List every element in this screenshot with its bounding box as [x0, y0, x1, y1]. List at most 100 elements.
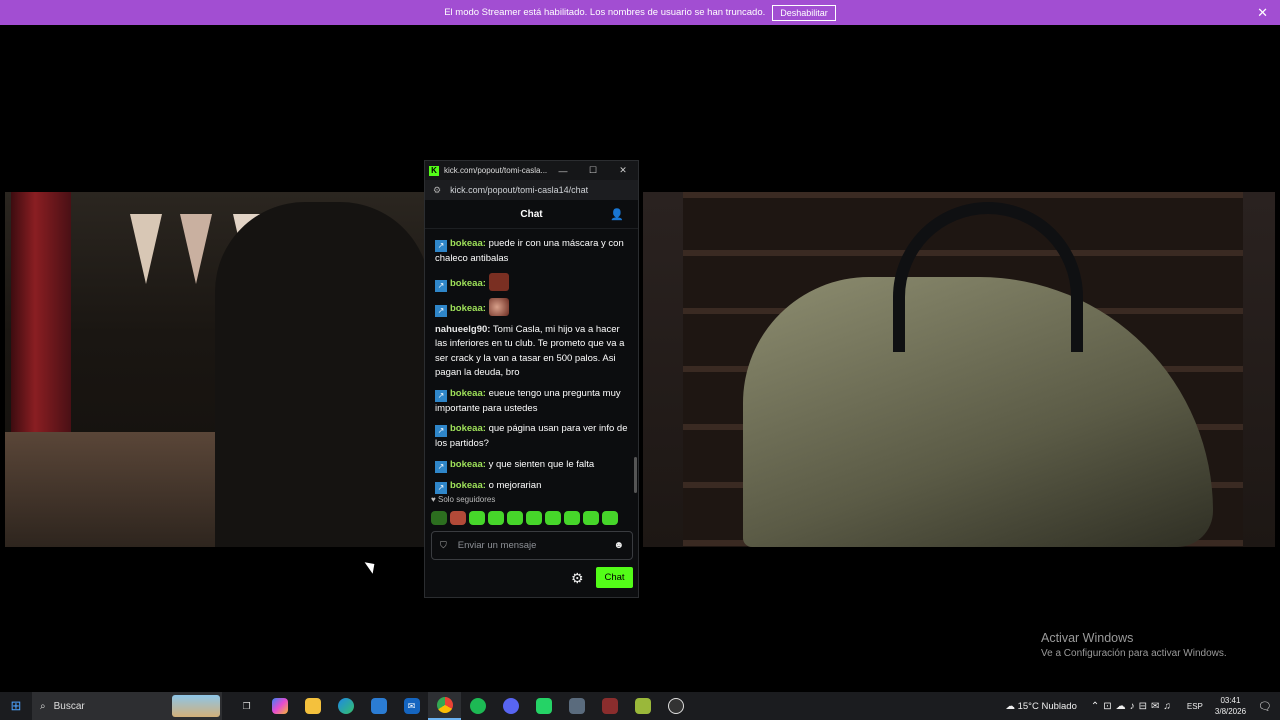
- message-input[interactable]: ⛉ Enviar un mensaje ☻: [431, 531, 633, 560]
- minimize-icon[interactable]: —: [548, 166, 578, 176]
- language-indicator[interactable]: ESP: [1187, 702, 1203, 711]
- address-bar[interactable]: ⚙ kick.com/popout/tomi-casla14/chat: [425, 180, 638, 200]
- badge-icon: ↗: [435, 460, 447, 473]
- banner-message: El modo Streamer está habilitado. Los no…: [444, 7, 766, 18]
- badge-icon: ↗: [435, 240, 447, 252]
- game-icon[interactable]: [593, 692, 626, 720]
- emote-icon[interactable]: [602, 511, 618, 525]
- mouse-cursor-icon: [364, 558, 379, 574]
- chat-username[interactable]: bokeaa: [450, 388, 483, 399]
- mail-icon[interactable]: ✉: [395, 692, 428, 720]
- pennant: [180, 214, 212, 284]
- window-title: kick.com/popout/tomi-casla...: [444, 166, 548, 175]
- chat-username[interactable]: bokeaa: [450, 423, 483, 434]
- chat-title: Chat: [520, 208, 543, 220]
- chat-text: y que sienten que le falta: [488, 458, 595, 470]
- tray-icons[interactable]: ⌃⊡☁♪⊟✉♫: [1091, 701, 1175, 712]
- emote-icon[interactable]: [431, 511, 447, 525]
- maximize-icon[interactable]: ☐: [578, 165, 608, 176]
- chat-message: ↗ bokeaa: o mejorarian: [435, 479, 630, 494]
- discord-icon[interactable]: [494, 692, 527, 720]
- shield-icon: ⛉: [440, 540, 447, 550]
- cloud-icon: ☁: [1005, 700, 1015, 712]
- clock-time: 03:41: [1220, 696, 1241, 705]
- activate-windows-watermark: Activar Windows Ve a Configuración para …: [1041, 631, 1227, 659]
- emote-icon[interactable]: [545, 511, 561, 525]
- search-highlight-image: [172, 695, 220, 717]
- chat-message: ↗ bokeaa:: [435, 272, 630, 292]
- chat-popout-window: K kick.com/popout/tomi-casla... — ☐ ✕ ⚙ …: [424, 160, 639, 598]
- streamer-mode-banner: El modo Streamer está habilitado. Los no…: [0, 0, 1280, 25]
- message-placeholder: Enviar un mensaje: [457, 540, 537, 551]
- quick-emote-bar: [431, 511, 618, 525]
- spotify-icon[interactable]: [461, 692, 494, 720]
- chat-username[interactable]: bokeaa: [450, 459, 483, 470]
- app-icon[interactable]: [560, 692, 593, 720]
- emote-icon[interactable]: [450, 511, 466, 525]
- badge-icon: ↗: [435, 304, 447, 317]
- app-icon[interactable]: [659, 692, 692, 720]
- emote-icon[interactable]: [469, 511, 485, 525]
- emote-icon[interactable]: [488, 511, 504, 525]
- store-icon[interactable]: [362, 692, 395, 720]
- search-icon: ⌕: [40, 700, 46, 712]
- taskbar-search[interactable]: ⌕ Buscar: [32, 692, 222, 720]
- badge-icon: ↗: [435, 481, 447, 494]
- watermark-subtitle: Ve a Configuración para activar Windows.: [1041, 648, 1227, 659]
- send-chat-button[interactable]: Chat: [596, 567, 633, 588]
- face-emote-icon: [488, 272, 509, 291]
- chat-message: ↗ bokeaa: y que sienten que le falta: [435, 458, 630, 473]
- file-explorer-icon[interactable]: [296, 692, 329, 720]
- emote-icon[interactable]: [507, 511, 523, 525]
- close-icon[interactable]: ✕: [608, 165, 638, 176]
- chat-header: Chat 👤: [425, 200, 638, 229]
- weather-widget[interactable]: ☁ 15°C Nublado: [1005, 701, 1076, 712]
- whatsapp-icon[interactable]: [527, 692, 560, 720]
- emote-icon[interactable]: [583, 511, 599, 525]
- clock[interactable]: 03:41 3/8/2026: [1215, 695, 1246, 717]
- badge-icon: ↗: [435, 279, 447, 292]
- chat-text: o mejorarian: [488, 479, 542, 491]
- app-icon[interactable]: [626, 692, 659, 720]
- chrome-icon[interactable]: [428, 692, 461, 720]
- chat-message: ↗ bokeaa: eueue tengo una pregunta muy im…: [435, 387, 621, 414]
- heart-icon: ♥: [431, 495, 436, 504]
- person-silhouette: [215, 202, 425, 547]
- close-icon[interactable]: ✕: [1257, 5, 1268, 21]
- chat-username[interactable]: bokeaa: [450, 480, 483, 491]
- chat-message-list: ↗ bokeaa: puede ir con una máscara y con …: [425, 235, 638, 497]
- address-url: kick.com/popout/tomi-casla14/chat: [450, 185, 589, 195]
- chat-username[interactable]: bokeaa: [450, 238, 483, 249]
- pennant: [130, 214, 162, 284]
- chat-message: ↗ bokeaa: puede ir con una máscara y con …: [435, 238, 624, 264]
- emoji-picker-icon[interactable]: ☻: [613, 540, 624, 551]
- copilot-icon[interactable]: [263, 692, 296, 720]
- left-video-feed[interactable]: [5, 192, 425, 547]
- pinned-apps: ❐ ✉: [230, 692, 692, 720]
- taskbar: ⊞ ⌕ Buscar ❐ ✉ ☁ 15°C Nublado ⌃⊡☁♪⊟✉♫ ES…: [0, 692, 1280, 720]
- disable-streamer-mode-button[interactable]: Deshabilitar: [772, 4, 836, 21]
- window-titlebar: K kick.com/popout/tomi-casla... — ☐ ✕: [425, 161, 638, 180]
- chat-settings-icon[interactable]: ⚙: [571, 570, 584, 587]
- kick-logo-icon: K: [429, 165, 439, 176]
- chat-username[interactable]: nahueelg90: [435, 324, 487, 335]
- badge-icon: ↗: [435, 389, 447, 402]
- followers-only-notice: ♥ Solo seguidores: [431, 495, 495, 504]
- clock-date: 3/8/2026: [1214, 707, 1247, 716]
- task-view-icon[interactable]: ❐: [230, 692, 263, 720]
- windows-start-icon[interactable]: ⊞: [0, 698, 32, 714]
- chat-message: ↗ bokeaa: que página usan para ver info d…: [435, 423, 628, 449]
- watermark-title: Activar Windows: [1041, 631, 1134, 645]
- notifications-icon[interactable]: 🗨: [1258, 700, 1272, 713]
- site-settings-icon[interactable]: ⚙: [433, 185, 441, 196]
- weather-text: 15°C Nublado: [1017, 700, 1077, 712]
- chat-username[interactable]: bokeaa: [450, 303, 483, 314]
- chat-username[interactable]: bokeaa: [450, 278, 483, 289]
- user-settings-icon[interactable]: 👤: [610, 208, 624, 221]
- edge-icon[interactable]: [329, 692, 362, 720]
- right-video-feed[interactable]: [643, 192, 1275, 547]
- emote-icon[interactable]: [564, 511, 580, 525]
- emote-icon[interactable]: [526, 511, 542, 525]
- chat-scrollbar[interactable]: [634, 457, 637, 493]
- badge-icon: ↗: [435, 425, 447, 437]
